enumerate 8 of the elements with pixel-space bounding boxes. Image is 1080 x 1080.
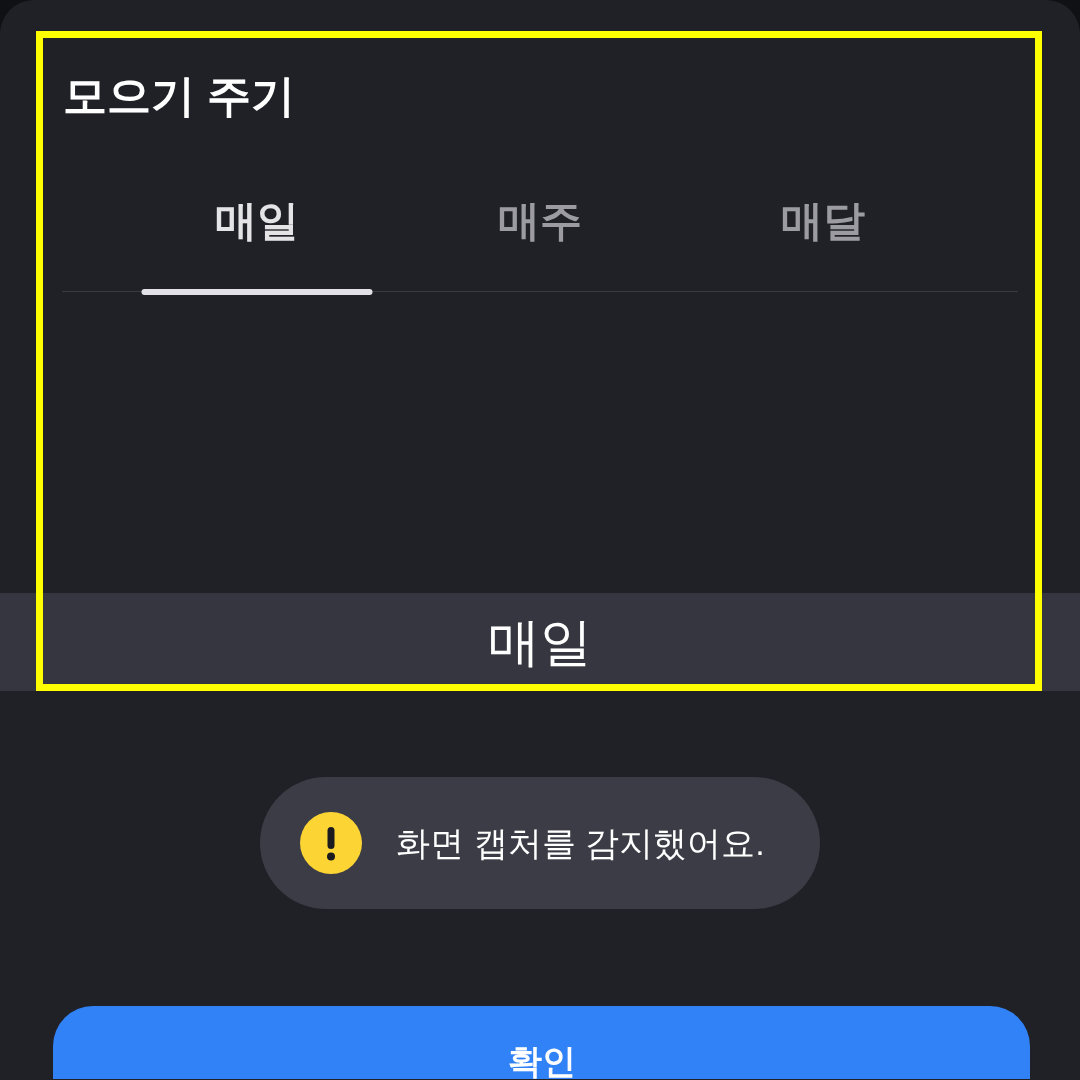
toast-message: 화면 캡처를 감지했어요.: [396, 826, 765, 860]
tab[interactable]: 매일: [115, 170, 399, 291]
sheet-title: 모으기 주기: [63, 74, 296, 118]
confirm-button[interactable]: 확인: [53, 1006, 1030, 1079]
picker-option[interactable]: 매일: [0, 593, 1080, 691]
tab[interactable]: 매주: [398, 170, 682, 291]
warning-icon: [300, 812, 363, 874]
tab[interactable]: 매달: [681, 170, 965, 291]
